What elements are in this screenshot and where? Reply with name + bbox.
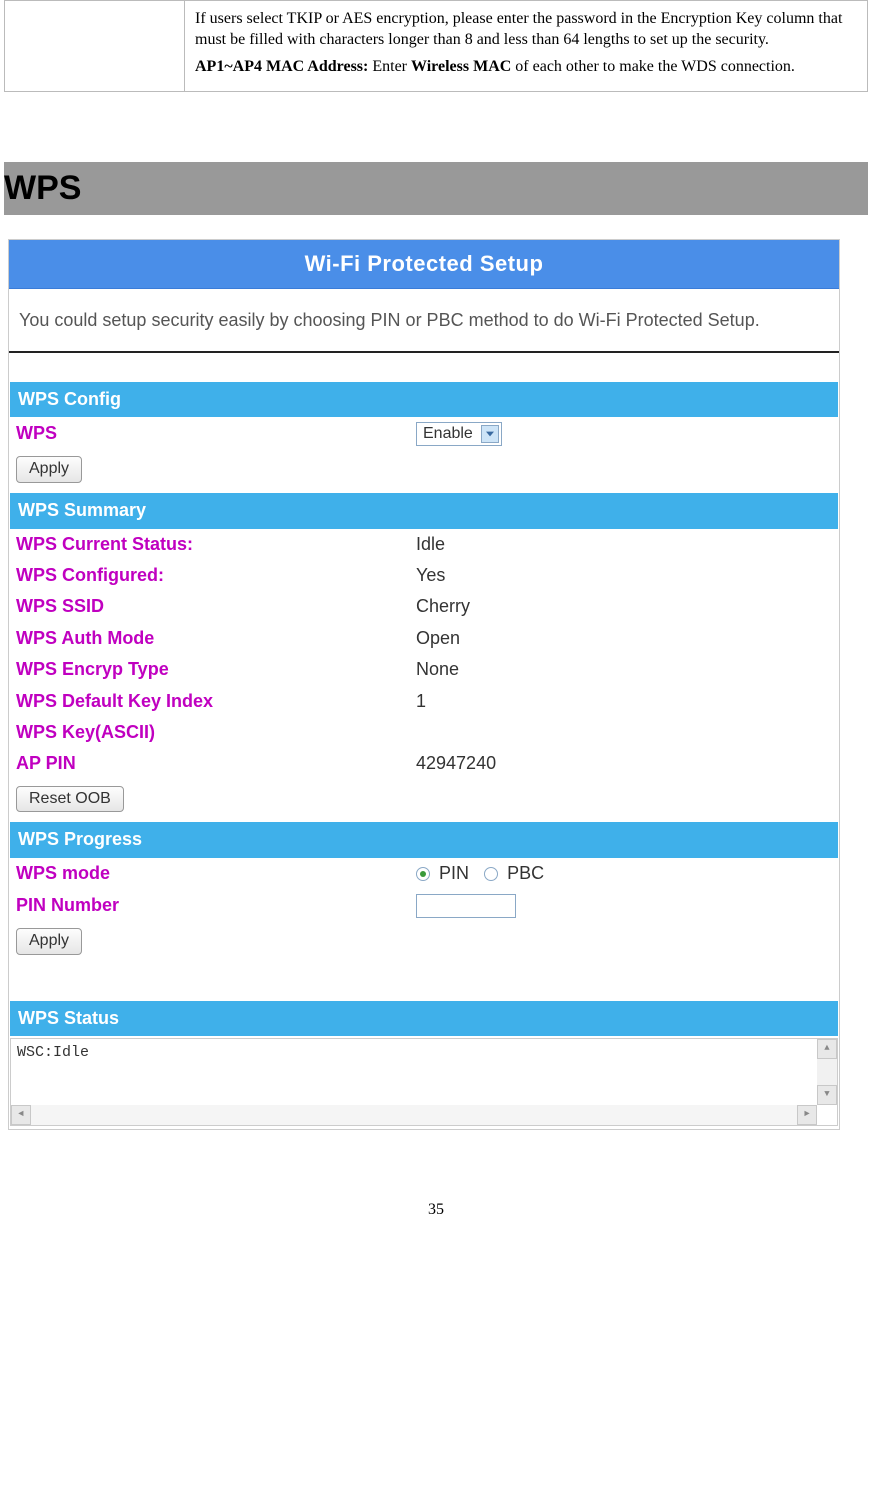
wps-status-textarea[interactable]: WSC:Idle ▲ ▼ ◄ ► bbox=[10, 1038, 838, 1126]
summary-label: WPS Encryp Type bbox=[16, 658, 416, 681]
scroll-right-icon[interactable]: ► bbox=[797, 1105, 817, 1125]
summary-value: Yes bbox=[416, 564, 832, 587]
section-heading-wps: WPS bbox=[4, 162, 868, 214]
wps-config-header: WPS Config bbox=[10, 382, 838, 417]
table-row: WPS Configured: Yes bbox=[10, 560, 838, 591]
desc-left-cell bbox=[5, 1, 185, 92]
scroll-left-icon[interactable]: ◄ bbox=[11, 1105, 31, 1125]
table-row: WPS Current Status: Idle bbox=[10, 529, 838, 560]
summary-label: AP PIN bbox=[16, 752, 416, 775]
table-row: WPS Default Key Index 1 bbox=[10, 686, 838, 717]
wps-label: WPS bbox=[16, 422, 416, 445]
summary-label: WPS Current Status: bbox=[16, 533, 416, 556]
wps-enable-select[interactable]: Enable bbox=[416, 422, 502, 446]
wps-progress-header: WPS Progress bbox=[10, 822, 838, 857]
wps-mode-pin-label: PIN bbox=[439, 863, 469, 883]
wps-mode-pbc-radio[interactable] bbox=[484, 867, 498, 881]
table-row: WPS Key(ASCII) bbox=[10, 717, 838, 748]
wps-config-apply-button[interactable]: Apply bbox=[16, 456, 82, 483]
scroll-up-icon[interactable]: ▲ bbox=[817, 1039, 837, 1059]
wps-summary-header: WPS Summary bbox=[10, 493, 838, 528]
summary-label: WPS Configured: bbox=[16, 564, 416, 587]
panel-intro: You could setup security easily by choos… bbox=[9, 289, 839, 352]
wps-progress-apply-button[interactable]: Apply bbox=[16, 928, 82, 955]
wps-status-header: WPS Status bbox=[10, 1001, 838, 1036]
wps-mode-options: PIN PBC bbox=[416, 862, 832, 885]
table-row: WPS SSID Cherry bbox=[10, 591, 838, 622]
wps-mode-label: WPS mode bbox=[16, 862, 416, 885]
summary-label: WPS Default Key Index bbox=[16, 690, 416, 713]
wps-status-text: WSC:Idle bbox=[11, 1039, 837, 1067]
reset-oob-button[interactable]: Reset OOB bbox=[16, 786, 124, 813]
summary-value: None bbox=[416, 658, 832, 681]
table-row: AP PIN 42947240 bbox=[10, 748, 838, 779]
summary-label: WPS Key(ASCII) bbox=[16, 721, 416, 744]
wps-config-section: WPS Config WPS Enable Apply WPS Summary … bbox=[9, 381, 839, 1129]
summary-value: 42947240 bbox=[416, 752, 832, 775]
summary-value: 1 bbox=[416, 690, 832, 713]
vertical-scrollbar[interactable]: ▲ ▼ bbox=[817, 1039, 837, 1105]
wps-mode-pbc-label: PBC bbox=[507, 863, 544, 883]
pin-number-input[interactable] bbox=[416, 894, 516, 918]
ap-mac-label: AP1~AP4 MAC Address: bbox=[195, 58, 368, 75]
desc-right-cell: If users select TKIP or AES encryption, … bbox=[185, 1, 868, 92]
table-row: WPS Auth Mode Open bbox=[10, 623, 838, 654]
summary-value: Cherry bbox=[416, 595, 832, 618]
summary-label: WPS SSID bbox=[16, 595, 416, 618]
chevron-down-icon bbox=[481, 425, 499, 443]
wps-screenshot: Wi-Fi Protected Setup You could setup se… bbox=[8, 239, 840, 1130]
horizontal-scrollbar[interactable]: ◄ ► bbox=[11, 1105, 817, 1125]
summary-value: Open bbox=[416, 627, 832, 650]
description-table: If users select TKIP or AES encryption, … bbox=[4, 0, 868, 92]
desc-paragraph-1: If users select TKIP or AES encryption, … bbox=[195, 9, 857, 51]
pin-number-label: PIN Number bbox=[16, 894, 416, 917]
wps-enable-value: Enable bbox=[423, 424, 473, 445]
summary-label: WPS Auth Mode bbox=[16, 627, 416, 650]
panel-title: Wi-Fi Protected Setup bbox=[9, 240, 839, 290]
table-row: WPS Encryp Type None bbox=[10, 654, 838, 685]
desc-paragraph-2: AP1~AP4 MAC Address: Enter Wireless MAC … bbox=[195, 57, 857, 78]
page-number: 35 bbox=[4, 1200, 868, 1241]
scroll-down-icon[interactable]: ▼ bbox=[817, 1085, 837, 1105]
summary-value: Idle bbox=[416, 533, 832, 556]
wps-mode-pin-radio[interactable] bbox=[416, 867, 430, 881]
wireless-mac-bold: Wireless MAC bbox=[411, 58, 511, 75]
